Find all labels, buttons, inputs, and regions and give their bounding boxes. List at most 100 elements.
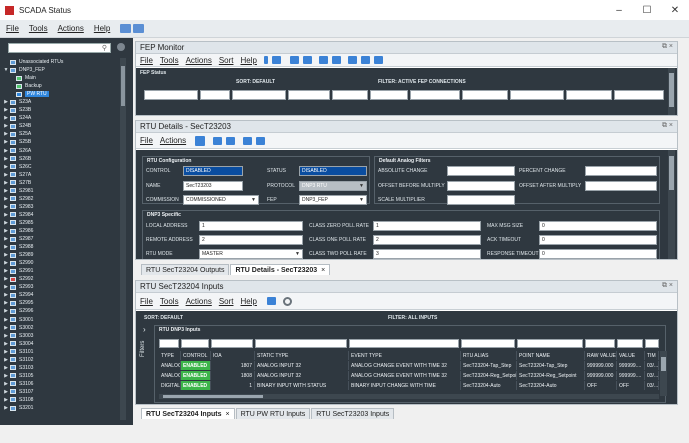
col-header-rtu-alias[interactable]: RTU ALIAS [461, 351, 517, 360]
class0-input[interactable]: 1 [373, 221, 481, 231]
tree-item[interactable]: ▶ S3002 [0, 324, 120, 332]
filters-side-label[interactable]: Filters [140, 341, 146, 357]
expand-right-icon[interactable]: ▶ [2, 164, 10, 170]
tree-item[interactable]: ▼ DNP3_FEP [0, 66, 120, 74]
tree-item[interactable]: Main [0, 74, 120, 82]
inputs-menu-help[interactable]: Help [240, 297, 256, 306]
fep-col-filter[interactable] [144, 90, 198, 100]
expand-right-icon[interactable]: ▶ [2, 365, 10, 371]
column-filter-input[interactable] [617, 339, 643, 348]
close-button[interactable]: ✕ [661, 0, 689, 20]
tree-item[interactable]: ▶ S2982 [0, 195, 120, 203]
chevron-right-icon[interactable]: › [143, 325, 146, 334]
tree-item[interactable]: ▶ S3101 [0, 348, 120, 356]
fep-col-filter[interactable] [566, 90, 612, 100]
column-filter-input[interactable] [181, 339, 209, 348]
rtu-menu-actions[interactable]: Actions [160, 136, 186, 145]
ack-timeout-input[interactable]: 0 [539, 235, 657, 245]
tree-item[interactable]: ▶ S27A [0, 171, 120, 179]
col-header-control[interactable]: CONTROL [181, 351, 211, 360]
tab-rtu-inputs-sect23204[interactable]: RTU SecT23204 Inputs × [141, 408, 235, 419]
tree-item[interactable]: ▶ S2989 [0, 251, 120, 259]
column-filter-input[interactable] [159, 339, 179, 348]
fep-col-filter[interactable] [370, 90, 408, 100]
inputs-menu-tools[interactable]: Tools [160, 297, 179, 306]
expand-right-icon[interactable]: ▶ [2, 204, 10, 210]
tree-item[interactable]: ▶ S25A [0, 130, 120, 138]
clear-search-icon[interactable] [117, 43, 125, 51]
column-filter-input[interactable] [645, 339, 659, 348]
fep-select[interactable]: DNP3_FEP ▼ [299, 195, 367, 205]
expand-right-icon[interactable]: ▶ [2, 308, 10, 314]
close-tab-icon[interactable]: × [321, 267, 325, 274]
tree-item[interactable]: ▶ S2987 [0, 235, 120, 243]
delete-icon[interactable] [256, 136, 266, 145]
panel-float-close-icon[interactable]: ⧉ × [662, 282, 673, 290]
expand-right-icon[interactable]: ▶ [2, 172, 10, 178]
expand-right-icon[interactable]: ▶ [2, 148, 10, 154]
tab-rtu-pw-inputs[interactable]: RTU PW RTU Inputs [235, 408, 311, 419]
fep-col-filter[interactable] [614, 90, 664, 100]
menu-file[interactable]: File [6, 24, 19, 33]
name-input[interactable]: SecT23203 [183, 181, 243, 191]
expand-right-icon[interactable]: ▶ [2, 212, 10, 218]
close-tab-icon[interactable]: × [225, 411, 229, 418]
tree-item[interactable]: ▶ S26C [0, 163, 120, 171]
filter-clear-icon[interactable] [318, 56, 328, 64]
fep-col-filter[interactable] [232, 90, 286, 100]
expand-right-icon[interactable]: ▶ [2, 260, 10, 266]
inputs-hscrollbar[interactable] [159, 394, 659, 399]
tree-item[interactable]: ▶ S26B [0, 155, 120, 163]
panel-float-close-icon[interactable]: ⧉ × [662, 122, 673, 130]
tree-item[interactable]: ▶ S3107 [0, 388, 120, 396]
tree-item[interactable]: ▶ S3001 [0, 316, 120, 324]
layout-tabs-icon[interactable] [133, 24, 145, 33]
column-filter-input[interactable] [461, 339, 515, 348]
fep-col-filter[interactable] [410, 90, 460, 100]
control-field[interactable]: DISABLED [183, 166, 243, 176]
sort-up-icon[interactable] [302, 56, 312, 64]
expand-right-icon[interactable]: ▶ [2, 228, 10, 234]
fep-menu-actions[interactable]: Actions [186, 56, 212, 65]
rtu-details-scroll-thumb[interactable] [669, 156, 674, 190]
tree-item[interactable]: ▶ S2981 [0, 187, 120, 195]
commission-select[interactable]: COMMISSIONED ▼ [183, 195, 259, 205]
col-header-type[interactable]: TYPE [159, 351, 181, 360]
expand-right-icon[interactable]: ▶ [2, 397, 10, 403]
fep-menu-file[interactable]: File [140, 56, 153, 65]
sort-down-icon[interactable] [213, 136, 223, 145]
tree-item[interactable]: ▶ S2992 [0, 275, 120, 283]
rtu-details-scrollbar[interactable] [668, 150, 675, 259]
rtu-mode-select[interactable]: MASTER ▼ [199, 249, 303, 259]
inputs-hscroll-thumb[interactable] [163, 395, 263, 398]
scale-input[interactable] [447, 195, 515, 205]
tree-item[interactable]: ▶ S24A [0, 114, 120, 122]
fep-col-filter[interactable] [288, 90, 330, 100]
column-filter-input[interactable] [585, 339, 615, 348]
tree-item[interactable]: ▶ S3105 [0, 372, 120, 380]
expand-right-icon[interactable]: ▶ [2, 244, 10, 250]
tree-scrollbar[interactable] [120, 58, 126, 420]
tree-item[interactable]: ▶ S3004 [0, 340, 120, 348]
expand-right-icon[interactable]: ▶ [2, 341, 10, 347]
column-filter-input[interactable] [349, 339, 459, 348]
local-address-input[interactable]: 1 [199, 221, 303, 231]
tree-scroll-thumb[interactable] [121, 66, 125, 106]
rtu-menu-file[interactable]: File [140, 136, 153, 145]
filter-clear-icon[interactable] [243, 136, 253, 145]
tree-item[interactable]: ▶ S2983 [0, 203, 120, 211]
tree-item[interactable]: ▶ S2988 [0, 243, 120, 251]
expand-right-icon[interactable]: ▶ [2, 381, 10, 387]
remote-address-input[interactable]: 2 [199, 235, 303, 245]
max-msg-input[interactable]: 0 [539, 221, 657, 231]
sort-down-icon[interactable] [289, 56, 299, 64]
tree-item[interactable]: ▶ S24B [0, 122, 120, 130]
response-timeout-input[interactable]: 0 [539, 249, 657, 259]
tree-search-input[interactable]: ⚲ [8, 43, 111, 53]
tab-rtu-outputs[interactable]: RTU SecT23204 Outputs [141, 264, 230, 275]
inputs-menu-sort[interactable]: Sort [219, 297, 234, 306]
expand-right-icon[interactable]: ▶ [2, 317, 10, 323]
fep-col-filter[interactable] [462, 90, 508, 100]
tree-item[interactable]: ▶ S3003 [0, 332, 120, 340]
tree-item[interactable]: ▶ S2993 [0, 283, 120, 291]
